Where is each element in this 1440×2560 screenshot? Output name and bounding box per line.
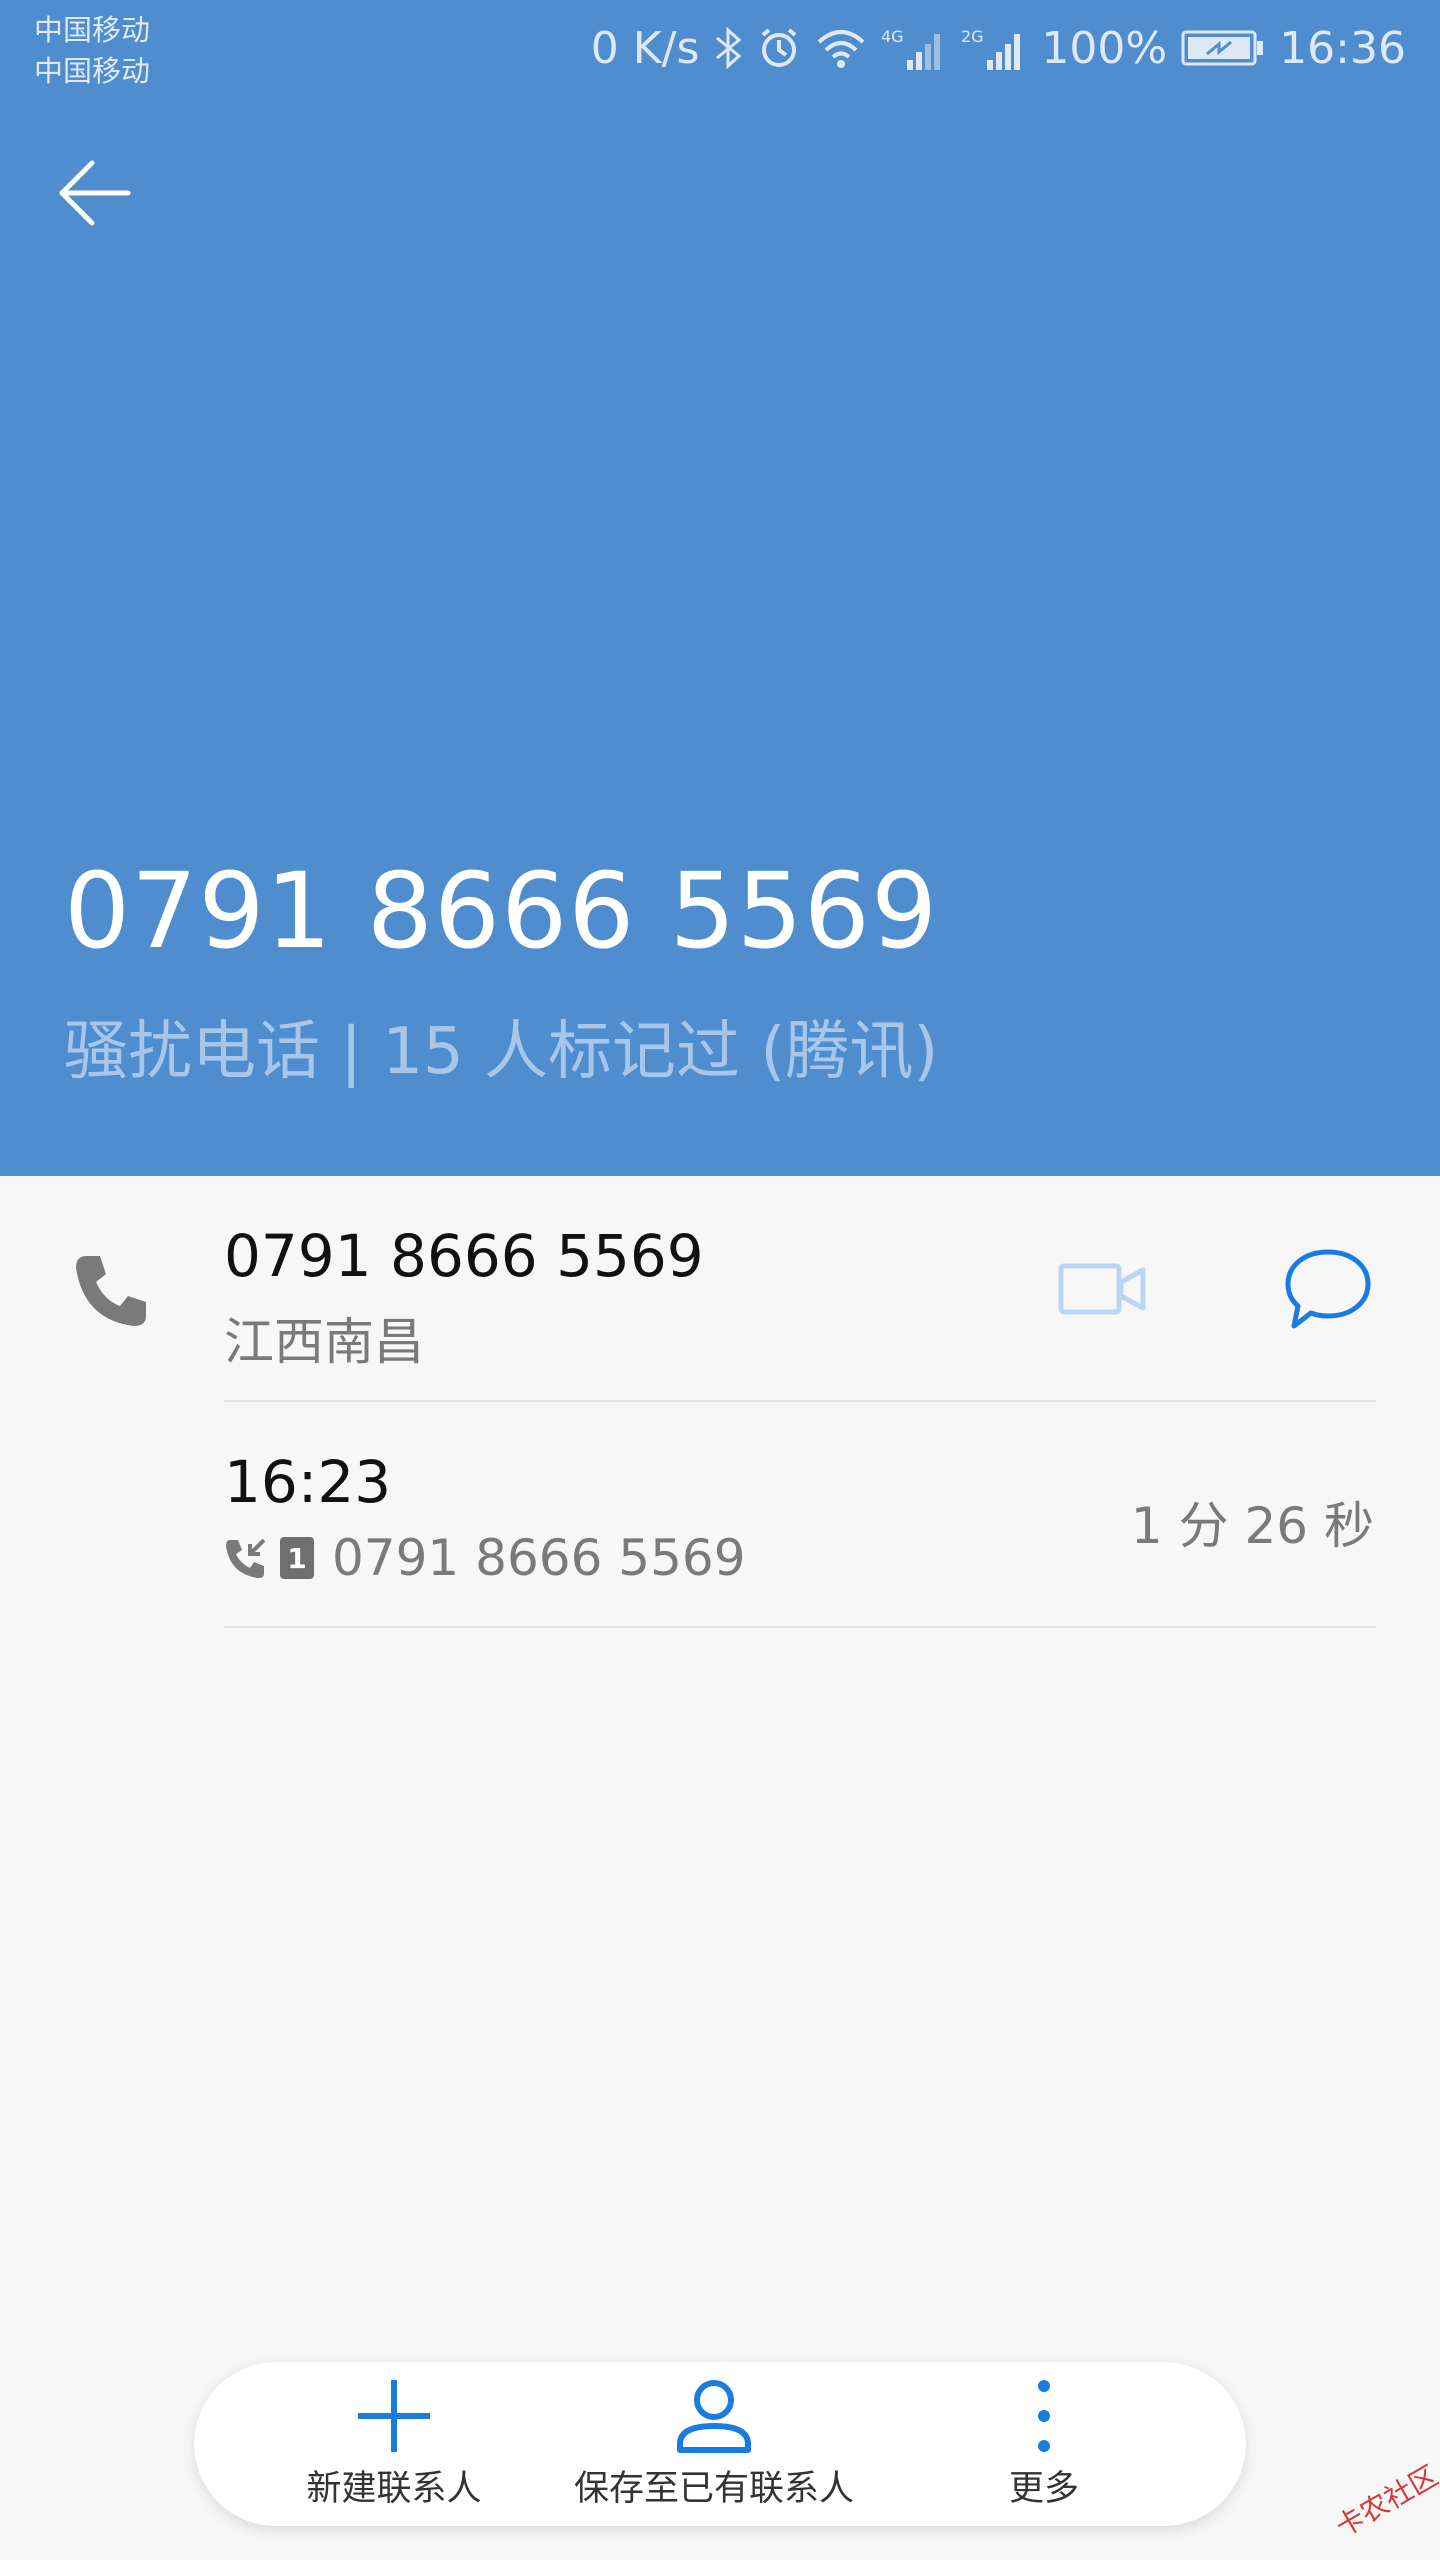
carrier-info: 中国移动 中国移动 bbox=[34, 10, 150, 92]
call-duration: 1 分 26 秒 bbox=[1130, 1497, 1374, 1555]
wifi-icon bbox=[818, 30, 865, 68]
video-call-icon[interactable] bbox=[1058, 1258, 1146, 1320]
call-details: 1 0791 8666 5569 bbox=[224, 1528, 746, 1588]
call-time: 16:23 bbox=[224, 1448, 392, 1516]
signal-2g-icon: 2G bbox=[961, 27, 1021, 70]
svg-text:4G: 4G bbox=[881, 27, 904, 46]
new-contact-label: 新建联系人 bbox=[306, 2469, 482, 2509]
message-icon[interactable] bbox=[1284, 1246, 1372, 1332]
header: 中国移动 中国移动 0 K/s 4G 2G 100% 16:36 0791 86… bbox=[0, 0, 1440, 1176]
more-vertical-icon bbox=[1038, 2380, 1050, 2452]
divider bbox=[224, 1626, 1376, 1628]
status-bar: 中国移动 中国移动 0 K/s 4G 2G 100% 16:36 bbox=[0, 0, 1440, 110]
status-right: 0 K/s 4G 2G 100% 16:36 bbox=[591, 18, 1406, 78]
carrier-1: 中国移动 bbox=[34, 13, 151, 47]
phone-icon[interactable] bbox=[72, 1250, 152, 1330]
watermark: 卡农社区 bbox=[1330, 2459, 1440, 2544]
sim-icon: 1 bbox=[280, 1537, 314, 1579]
more-label: 更多 bbox=[1008, 2469, 1079, 2509]
new-contact-button[interactable]: 新建联系人 bbox=[274, 2362, 514, 2526]
incoming-call-icon bbox=[226, 1538, 266, 1578]
person-icon bbox=[677, 2380, 751, 2453]
clock: 16:36 bbox=[1279, 22, 1406, 74]
back-arrow-icon[interactable] bbox=[52, 150, 138, 236]
plus-icon bbox=[358, 2380, 430, 2452]
save-to-existing-button[interactable]: 保存至已有联系人 bbox=[564, 2362, 864, 2526]
battery-percent: 100% bbox=[1041, 22, 1168, 74]
number-row[interactable] bbox=[0, 1176, 1440, 1402]
header-phone-number: 0791 8666 5569 bbox=[64, 850, 939, 972]
call-number: 0791 8666 5569 bbox=[332, 1529, 746, 1587]
svg-text:2G: 2G bbox=[961, 27, 984, 46]
alarm-icon bbox=[762, 28, 797, 67]
spam-label: 骚扰电话 | 15 人标记过 (腾讯) bbox=[64, 1015, 939, 1089]
signal-4g-icon: 4G bbox=[881, 27, 941, 70]
divider bbox=[224, 1400, 1376, 1402]
contact-location: 江西南昌 bbox=[224, 1313, 424, 1371]
sim-number: 1 bbox=[287, 1541, 307, 1575]
bottom-action-bar: 新建联系人 保存至已有联系人 更多 bbox=[194, 2362, 1246, 2526]
bluetooth-icon bbox=[716, 26, 742, 70]
battery-charging-icon bbox=[1181, 30, 1264, 66]
more-button[interactable]: 更多 bbox=[964, 2362, 1124, 2526]
network-speed: 0 K/s bbox=[590, 22, 700, 74]
carrier-2: 中国移动 bbox=[34, 54, 151, 88]
contact-number: 0791 8666 5569 bbox=[224, 1222, 704, 1290]
save-to-existing-label: 保存至已有联系人 bbox=[573, 2469, 854, 2509]
